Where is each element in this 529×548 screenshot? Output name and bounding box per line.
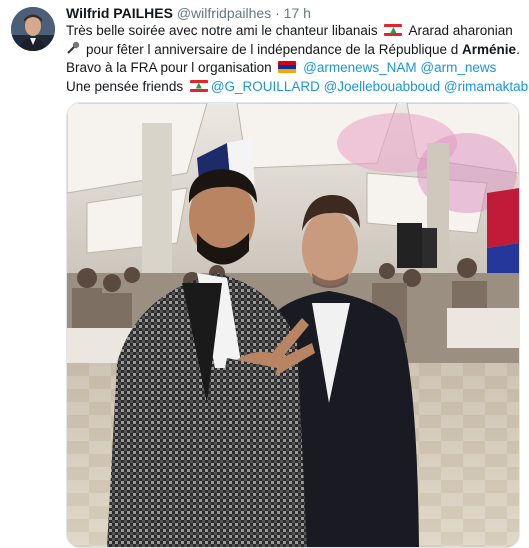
tweet-photo[interactable] xyxy=(66,102,520,548)
tweet-text-segment: Une pensée friends xyxy=(66,78,184,94)
mention-link[interactable]: @Joellebouabboud xyxy=(324,79,441,94)
photo-image xyxy=(67,103,519,547)
tweet-text-segment: . xyxy=(516,41,520,57)
tweet-timestamp[interactable]: 17 h xyxy=(284,5,311,21)
tweet-text-bold: Arménie xyxy=(462,41,517,57)
tweet-line-3: Bravo à la FRA pour l organisation @arme… xyxy=(66,59,526,78)
tweet-text-segment: Ararad aharonian xyxy=(408,23,513,38)
lebanon-flag-icon xyxy=(189,79,208,92)
mention-link[interactable]: @armenews_NAM xyxy=(303,60,416,75)
author-name[interactable]: Wilfrid PAILHES xyxy=(66,5,173,21)
tweet-line-2: pour fêter l anniversaire de l indépenda… xyxy=(66,41,526,60)
author-avatar[interactable] xyxy=(11,7,55,51)
microphone-icon xyxy=(66,41,82,54)
tweet-header: Wilfrid PAILHES @wilfridpailhes · 17 h xyxy=(66,4,311,22)
avatar-image xyxy=(11,7,55,51)
tweet-text: Très belle soirée avec notre ami le chan… xyxy=(66,22,529,97)
author-handle[interactable]: @wilfridpailhes xyxy=(177,5,271,21)
mention-link[interactable]: @G_ROUILLARD xyxy=(211,79,320,94)
tweet-text-segment: Très belle soirée avec notre ami le chan… xyxy=(66,23,378,38)
mention-link[interactable]: @rimamaktabi xyxy=(444,79,529,94)
tweet-line-4: Une pensée friends @G_ROUILLARD @Joelleb… xyxy=(66,78,529,97)
tweet-text-segment: pour fêter l anniversaire de l indépenda… xyxy=(86,41,459,57)
tweet-text-segment: Bravo à la FRA pour l organisation xyxy=(66,60,272,75)
lebanon-flag-icon xyxy=(384,24,403,36)
armenia-flag-icon xyxy=(278,61,297,73)
tweet-line-1: Très belle soirée avec notre ami le chan… xyxy=(66,22,526,41)
mention-link[interactable]: @arm_news xyxy=(420,60,496,75)
header-separator: · xyxy=(275,5,280,21)
